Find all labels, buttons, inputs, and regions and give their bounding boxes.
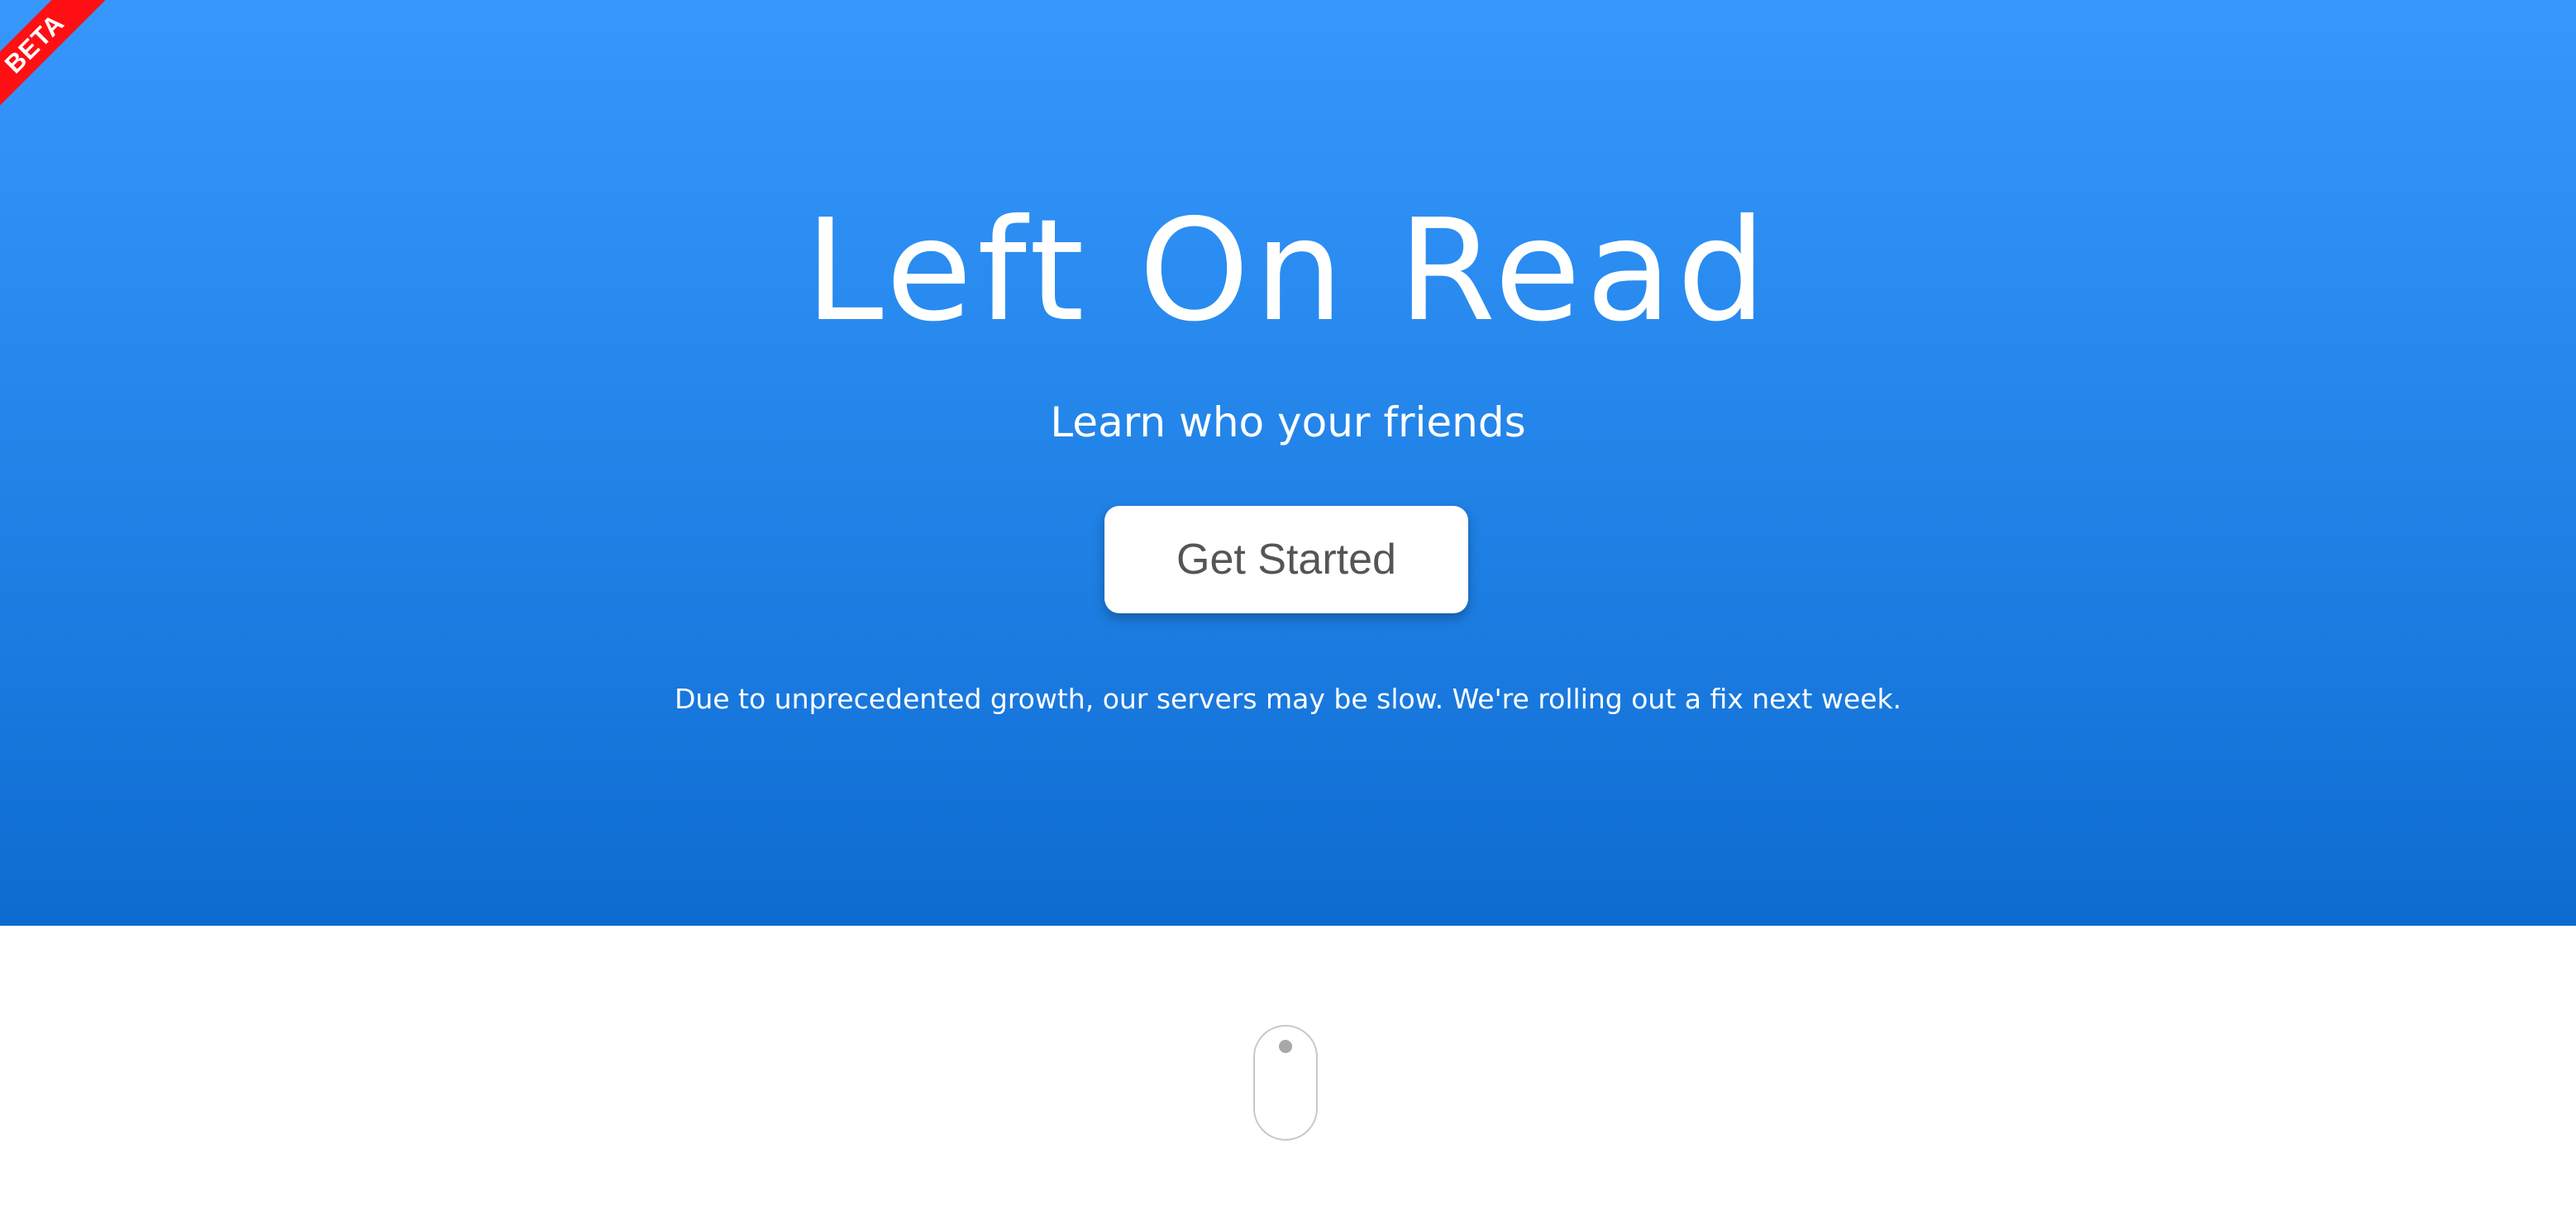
- hero-subtitle: Learn who your friends: [1050, 398, 1526, 446]
- page-title: Left On Read: [804, 189, 1772, 353]
- server-notice: Due to unprecedented growth, our servers…: [674, 683, 1902, 715]
- get-started-button[interactable]: Get Started: [1104, 506, 1468, 613]
- mouse-wheel-icon: [1279, 1040, 1292, 1053]
- beta-ribbon-label: BETA: [0, 0, 136, 145]
- hero-section: BETA Left On Read Learn who your friends…: [0, 0, 2576, 926]
- landing-page: BETA Left On Read Learn who your friends…: [0, 0, 2576, 1220]
- beta-ribbon: BETA: [0, 0, 165, 165]
- mouse-scroll-icon[interactable]: [1253, 1025, 1318, 1141]
